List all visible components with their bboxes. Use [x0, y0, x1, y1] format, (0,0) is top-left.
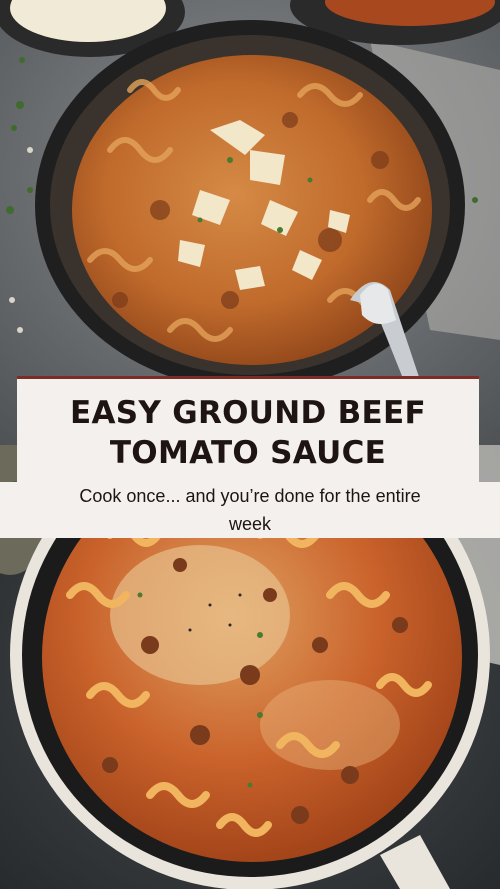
- recipe-title-line-1: EASY GROUND BEEF: [69, 395, 426, 431]
- subtitle-line-2: week: [224, 510, 276, 538]
- recipe-pin: EASY GROUND BEEF TOMATO SAUCE Cook once.…: [0, 0, 500, 889]
- subtitle-line-1: Cook once... and you’re done for the ent…: [75, 482, 425, 510]
- recipe-subtitle: Cook once... and you’re done for the ent…: [0, 482, 500, 538]
- recipe-title-line-2: TOMATO SAUCE: [109, 435, 387, 471]
- title-panel: EASY GROUND BEEF TOMATO SAUCE: [17, 376, 479, 498]
